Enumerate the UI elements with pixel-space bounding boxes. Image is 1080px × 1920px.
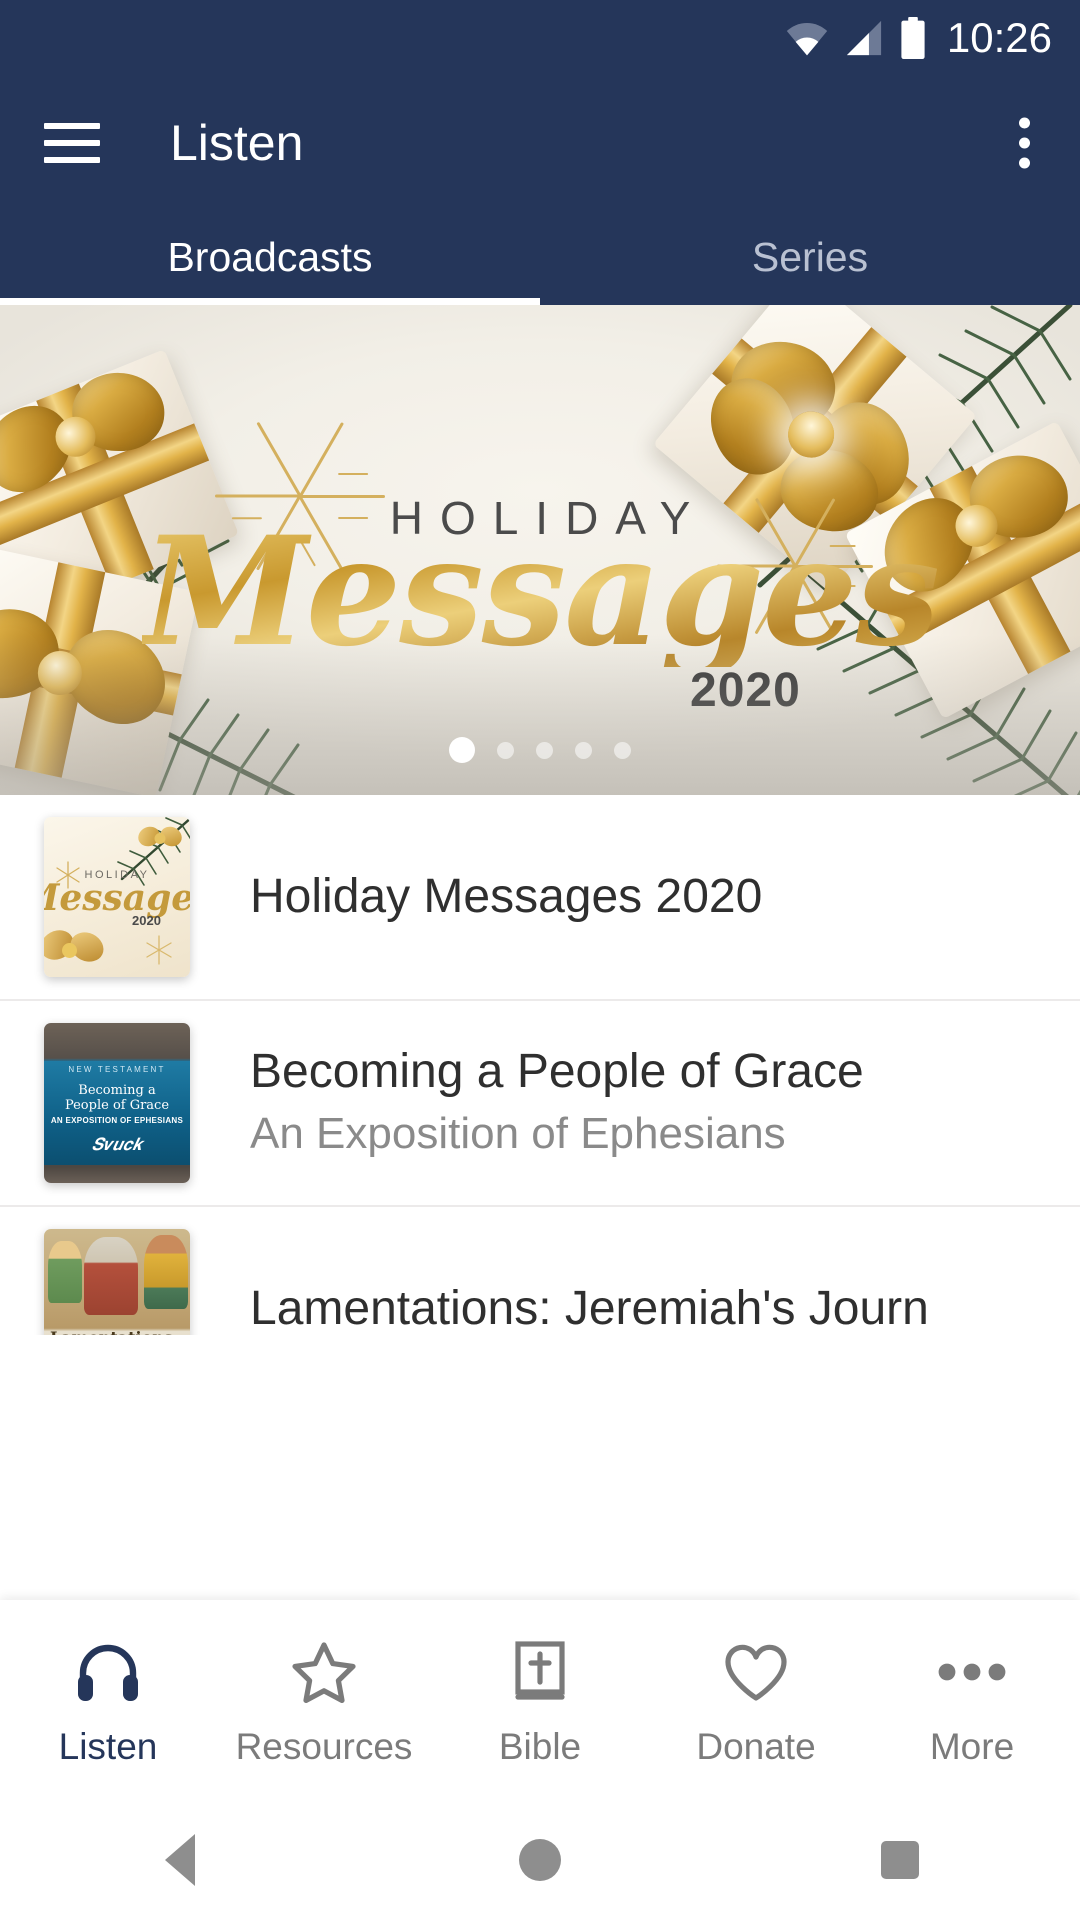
android-navigation-bar <box>0 1800 1080 1920</box>
thumb-bow-icon <box>135 823 185 855</box>
carousel-dot-5[interactable] <box>614 741 631 759</box>
thumb-series-subtitle: AN EXPOSITION OF EPHESIANS <box>50 1115 184 1125</box>
star-icon <box>290 1636 358 1708</box>
thumb-script-word: Messages <box>44 877 190 919</box>
holiday-messages-2020-thumbnail: HOLIDAY Messages 2020 <box>44 817 190 977</box>
thumb-snowflake-2-icon <box>146 935 172 965</box>
overflow-menu-icon[interactable] <box>1019 117 1030 168</box>
battery-icon <box>901 16 925 59</box>
becoming-a-people-of-grace-thumbnail: NEW TESTAMENT Becoming a People of Grace … <box>44 1023 190 1183</box>
bottom-nav-item-listen[interactable]: Listen <box>0 1636 216 1765</box>
status-bar: 10:26 <box>0 0 1080 75</box>
hero-carousel[interactable]: HOLIDAY Messages 2020 <box>0 305 1080 795</box>
carousel-dot-2[interactable] <box>497 741 514 759</box>
broadcast-series-list: HOLIDAY Messages 2020 Holiday Messages 2… <box>0 795 1080 1335</box>
bottom-nav-label-resources: Resources <box>235 1725 413 1767</box>
thumb-year: 2020 <box>132 913 161 928</box>
thumb-figure-left <box>48 1241 82 1303</box>
bottom-nav-item-resources[interactable]: Resources <box>216 1636 432 1765</box>
list-item-title: Becoming a People of Grace <box>250 1044 864 1098</box>
thumb-signature: 𝑺𝒗𝒖𝒄𝒌 <box>91 1135 143 1155</box>
page-title: Listen <box>170 114 304 171</box>
bottom-nav-item-bible[interactable]: Bible <box>432 1636 648 1765</box>
wifi-icon <box>786 22 828 55</box>
home-button[interactable] <box>450 1800 630 1920</box>
bottom-nav-label-bible: Bible <box>498 1725 582 1767</box>
list-item-title: Holiday Messages 2020 <box>250 870 763 924</box>
thumb-figure-center <box>84 1237 138 1315</box>
bottom-nav-label-listen: Listen <box>58 1725 158 1767</box>
status-bar-clock: 10:26 <box>946 13 1052 61</box>
list-item-text: Becoming a People of Grace An Exposition… <box>250 1045 864 1162</box>
hamburger-menu-icon[interactable] <box>44 122 100 163</box>
tab-bar: Broadcasts Series <box>0 210 1080 305</box>
list-item-title: Lamentations: Jeremiah's Journ <box>250 1282 929 1335</box>
list-item-text: Lamentations: Jeremiah's Journ <box>250 1282 929 1335</box>
app-bar: Listen <box>0 75 1080 210</box>
list-item-subtitle: An Exposition of Ephesians <box>250 1109 786 1159</box>
tab-broadcasts[interactable]: Broadcasts <box>0 210 540 305</box>
bottom-nav-item-more[interactable]: More <box>864 1636 1080 1765</box>
heart-icon <box>723 1636 789 1708</box>
cellular-signal-icon <box>846 20 881 55</box>
carousel-dots <box>449 737 631 763</box>
thumb-testament-label: NEW TESTAMENT <box>68 1064 166 1074</box>
bottom-nav-label-more: More <box>929 1725 1015 1767</box>
thumb-series-title: Becoming a People of Grace <box>64 1082 170 1113</box>
tab-series-label: Series <box>751 234 869 280</box>
bottom-navigation-bar: Listen Resources Bible Donate More <box>0 1600 1080 1800</box>
list-item[interactable]: HOLIDAY Messages 2020 Holiday Messages 2… <box>0 795 1080 1001</box>
status-bar-icons <box>785 16 927 59</box>
ellipsis-icon <box>937 1636 1007 1708</box>
carousel-dot-1[interactable] <box>449 737 475 763</box>
thumb-title: Lamentations: <box>50 1328 190 1335</box>
bottom-nav-item-donate[interactable]: Donate <box>648 1636 864 1765</box>
list-item-text: Holiday Messages 2020 <box>250 870 762 924</box>
list-item[interactable]: Lamentations: Jeremiah's Journal of Woe … <box>0 1207 1080 1335</box>
hero-bottom-shade <box>0 635 1080 795</box>
carousel-dot-4[interactable] <box>575 741 592 759</box>
tab-broadcasts-label: Broadcasts <box>167 234 373 280</box>
thumb-figure-right <box>144 1235 188 1309</box>
back-button[interactable] <box>90 1800 270 1920</box>
list-item[interactable]: NEW TESTAMENT Becoming a People of Grace … <box>0 1001 1080 1207</box>
app-screen: 10:26 Listen Broadcasts Series Messages … <box>0 0 1080 1920</box>
tab-series[interactable]: Series <box>540 210 1080 305</box>
thumb-bow-bottom-icon <box>44 923 109 977</box>
lamentations-thumbnail: Lamentations: Jeremiah's Journal of Woe <box>44 1229 190 1335</box>
headphones-icon <box>75 1636 141 1708</box>
bottom-nav-label-donate: Donate <box>696 1725 816 1767</box>
carousel-dot-3[interactable] <box>536 741 553 759</box>
bible-book-icon <box>512 1636 568 1708</box>
recents-button[interactable] <box>810 1800 990 1920</box>
